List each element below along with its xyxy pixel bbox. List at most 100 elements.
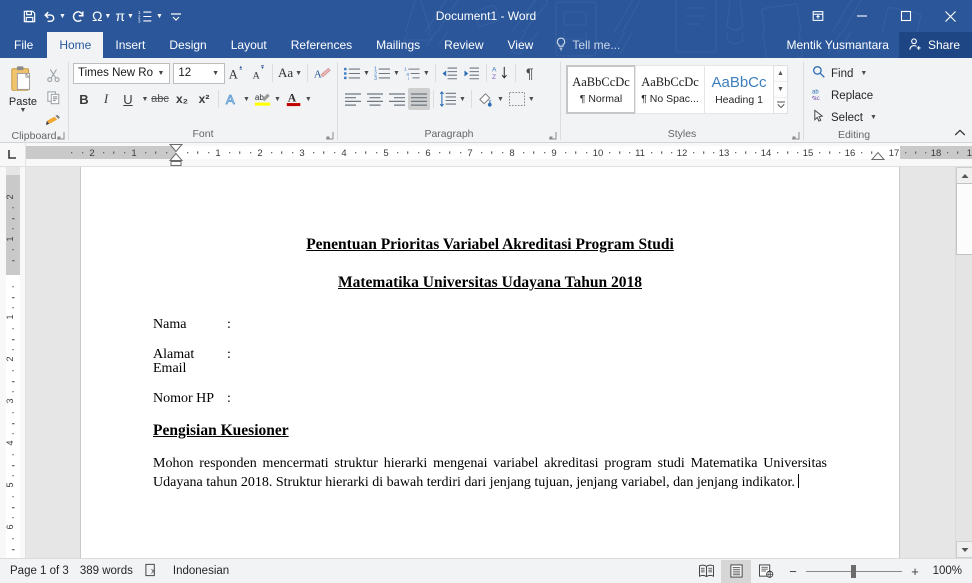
window-controls[interactable] [796,0,972,32]
decrease-indent-button[interactable] [439,62,461,84]
tab-layout[interactable]: Layout [219,32,279,58]
styles-scroll-down[interactable]: ▼ [774,82,787,98]
shrink-font-button[interactable]: A [247,62,269,84]
change-case-button[interactable]: Aa ▼ [276,62,304,84]
scroll-up-button[interactable] [956,167,972,184]
font-size-dropdown-icon[interactable]: ▼ [209,70,222,77]
left-tab-stop-icon[interactable] [0,143,26,166]
font-color-button[interactable]: A ▼ [283,88,314,110]
font-color-dropdown-icon[interactable]: ▼ [305,96,312,103]
share-button[interactable]: Share [898,32,972,58]
undo-button[interactable]: ▼ [40,4,68,28]
align-center-button[interactable] [364,88,386,110]
find-button[interactable]: Find ▼ [808,63,900,84]
line-spacing-dropdown-icon[interactable]: ▼ [459,96,466,103]
list-dropdown-icon[interactable]: ▼ [156,13,163,20]
right-indent-marker[interactable] [26,143,972,166]
tab-insert[interactable]: Insert [103,32,157,58]
styles-more-button[interactable] [774,98,787,113]
quick-access-toolbar[interactable]: ▼ Ω ▼ π ▼ 123 ▼ [0,4,187,28]
zoom-out-button[interactable]: − [787,564,799,579]
select-button[interactable]: Select ▼ [808,107,900,128]
tell-me-search[interactable]: Tell me... [545,32,630,58]
bold-button[interactable]: B [73,88,95,110]
font-name-dropdown-icon[interactable]: ▼ [154,70,167,77]
underline-dropdown-icon[interactable]: ▼ [139,88,149,110]
symbol-dropdown-icon[interactable]: ▼ [104,13,111,20]
collapse-ribbon-button[interactable] [954,128,966,141]
font-dialog-launcher[interactable] [325,131,334,140]
borders-dropdown-icon[interactable]: ▼ [528,96,535,103]
align-right-button[interactable] [386,88,408,110]
tab-references[interactable]: References [279,32,364,58]
subscript-button[interactable]: x₂ [171,88,193,110]
highlight-dropdown-icon[interactable]: ▼ [274,96,281,103]
text-effects-dropdown-icon[interactable]: ▼ [243,96,250,103]
paste-button[interactable]: Paste ▼ [4,63,42,130]
tab-mailings[interactable]: Mailings [364,32,432,58]
account-area[interactable]: Mentik Yusmantara Share [776,32,972,58]
undo-dropdown-icon[interactable]: ▼ [59,13,66,20]
justify-button[interactable] [408,88,430,110]
text-highlight-color-button[interactable]: ab ▼ [252,88,283,110]
document-paragraph[interactable]: Mohon responden mencermati struktur hier… [153,454,827,494]
redo-button[interactable] [68,4,90,28]
italic-button[interactable]: I [95,88,117,110]
increase-indent-button[interactable] [461,62,483,84]
multilevel-list-button[interactable]: 123 ▼ [136,4,165,28]
insert-symbol-button[interactable]: Ω ▼ [90,4,113,28]
numbering-dropdown-icon[interactable]: ▼ [393,70,400,77]
clipboard-dialog-launcher[interactable] [56,131,65,140]
document-content[interactable]: Penentuan Prioritas Variabel Akreditasi … [153,236,827,494]
multilevel-dropdown-icon[interactable]: ▼ [423,70,430,77]
bullets-dropdown-icon[interactable]: ▼ [363,70,370,77]
change-case-dropdown-icon[interactable]: ▼ [295,70,302,77]
borders-button[interactable]: ▼ [506,88,537,110]
web-layout-button[interactable] [751,560,781,583]
strikethrough-button[interactable]: abc [149,88,171,110]
tab-view[interactable]: View [496,32,546,58]
format-painter-button[interactable] [42,109,64,130]
underline-button[interactable]: U [117,88,139,110]
style-item-no-spacing[interactable]: AaBbCcDc ¶ No Spac... [635,65,705,114]
close-icon[interactable] [928,0,972,32]
styles-gallery[interactable]: AaBbCcDc ¶ Normal AaBbCcDc ¶ No Spac... … [565,64,789,115]
style-item-heading-1[interactable]: AaBbCс Heading 1 [704,65,774,114]
numbering-button[interactable]: 123 ▼ [372,62,402,84]
ruler-track[interactable]: 21 123 456 789 101112 131415 161718 19 [26,143,972,166]
find-dropdown-icon[interactable]: ▼ [860,70,867,77]
scrollbar-thumb[interactable] [956,183,972,255]
tab-design[interactable]: Design [157,32,218,58]
copy-button[interactable] [42,87,64,108]
styles-gallery-scroll[interactable]: ▲ ▼ [773,65,788,114]
select-dropdown-icon[interactable]: ▼ [870,114,877,121]
styles-dialog-launcher[interactable] [791,131,800,140]
word-count-status[interactable]: 389 words [80,565,144,577]
document-canvas[interactable]: Penentuan Prioritas Variabel Akreditasi … [26,167,972,558]
replace-button[interactable]: ab ac Replace [808,85,900,106]
align-left-button[interactable] [342,88,364,110]
equation-dropdown-icon[interactable]: ▼ [127,13,134,20]
tab-review[interactable]: Review [432,32,495,58]
customize-quick-access-toolbar-button[interactable] [165,4,187,28]
ribbon-display-options-icon[interactable] [796,0,840,32]
line-spacing-button[interactable]: ▼ [437,88,468,110]
multilevel-list-button[interactable]: 1ai ▼ [402,62,432,84]
vertical-scrollbar[interactable] [955,167,972,558]
cut-button[interactable] [42,65,64,86]
font-size-input[interactable]: 12 ▼ [173,62,226,84]
bullets-button[interactable]: ▼ [342,62,372,84]
paragraph-dialog-launcher[interactable] [548,131,557,140]
text-effects-button[interactable]: A ▼ [222,88,252,110]
zoom-slider[interactable] [806,564,902,578]
shading-button[interactable]: ▼ [475,88,506,110]
page-number-status[interactable]: Page 1 of 3 [10,565,80,577]
print-layout-button[interactable] [721,559,751,583]
save-button[interactable] [18,4,40,28]
proofing-errors-icon[interactable]: x [144,563,173,580]
zoom-control[interactable]: − + 100% [787,564,962,579]
style-item-normal[interactable]: AaBbCcDc ¶ Normal [566,65,636,114]
shading-dropdown-icon[interactable]: ▼ [497,96,504,103]
vertical-ruler[interactable]: 2 1 1 2 3 4 5 6 7 [0,167,26,558]
grow-font-button[interactable]: A [225,62,247,84]
